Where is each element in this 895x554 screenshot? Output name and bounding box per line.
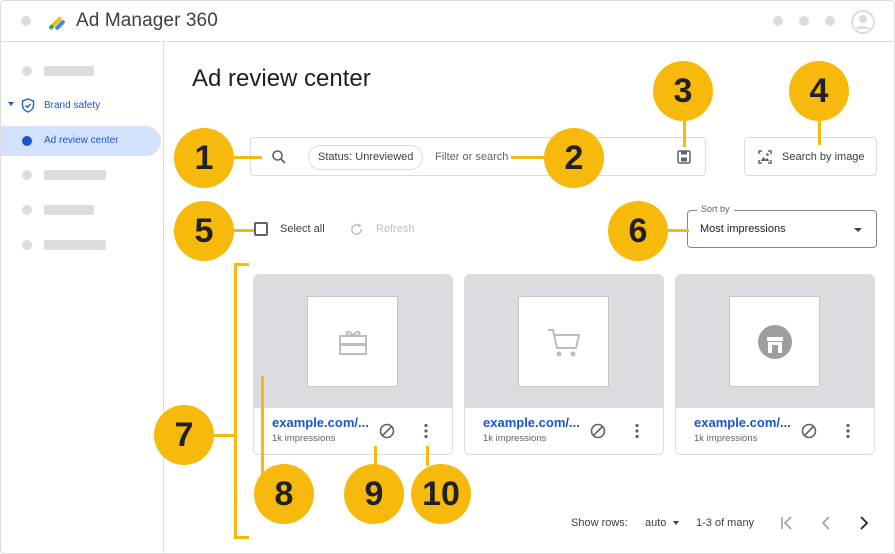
ad-card[interactable]: example.com/... 1k impressions [253,274,453,455]
search-icon [272,150,286,164]
callout-line [818,119,821,145]
ad-card[interactable]: example.com/... 1k impressions [464,274,664,455]
callout-line [683,119,686,147]
status-filter-chip[interactable]: Status: Unreviewed [308,145,424,170]
callout-1: 1 [174,128,234,188]
sidebar-item-label: Ad review center [44,135,119,146]
gift-card-icon [339,330,367,355]
search-by-image-button[interactable]: Search by image [744,137,877,176]
nav-label-placeholder [44,205,94,215]
app-title: Ad Manager 360 [76,10,218,31]
callout-bracket [234,536,249,539]
callout-line [234,156,262,159]
callout-6: 6 [608,201,668,261]
shopping-cart-icon [548,329,581,357]
ad-impressions: 1k impressions [694,433,758,444]
image-search-icon [758,150,772,164]
ad-destination-link[interactable]: example.com/... [272,415,369,430]
sidebar-item-brand-safety[interactable]: Brand safety [1,91,161,121]
nav-label-placeholder [44,170,106,180]
sort-by-select[interactable]: Sort by Most impressions [687,204,877,248]
nav-dot-icon [22,66,32,76]
app-window: Ad Manager 360 Brand safety Ad review ce… [0,0,895,554]
ad-manager-logo-icon [49,16,65,30]
callout-4: 4 [789,61,849,121]
callout-10: 10 [411,464,471,524]
search-input[interactable]: Filter or search [435,151,508,163]
rows-per-page-select[interactable]: auto [645,517,666,529]
callout-2: 2 [544,128,604,188]
caret-down-icon[interactable] [673,521,679,525]
ad-creative-thumbnail [518,296,609,387]
show-rows-label: Show rows: [571,517,628,529]
ad-creative-thumbnail [729,296,820,387]
first-page-icon[interactable] [779,514,795,532]
refresh-icon[interactable] [349,222,364,237]
header-action-dot[interactable] [799,16,809,26]
block-icon[interactable] [590,423,606,439]
block-icon[interactable] [801,423,817,439]
ad-destination-link[interactable]: example.com/... [694,415,791,430]
search-by-image-label: Search by image [782,151,865,163]
sort-by-value: Most impressions [700,223,786,235]
select-all-checkbox[interactable] [254,222,268,236]
callout-line [261,376,264,476]
callout-8: 8 [254,464,314,524]
sidebar-item-label: Brand safety [44,100,101,111]
more-vert-icon[interactable] [634,423,640,439]
ad-preview[interactable] [676,275,874,408]
window-control-dot[interactable] [21,16,31,26]
caret-down-icon [8,102,14,106]
ad-creative-thumbnail [307,296,398,387]
shield-check-icon [21,98,35,113]
top-bar: Ad Manager 360 [1,1,894,42]
header-action-dot[interactable] [825,16,835,26]
callout-3: 3 [653,61,713,121]
callout-5: 5 [174,201,234,261]
nav-label-placeholder [44,240,106,250]
ad-preview[interactable] [254,275,452,408]
ad-impressions: 1k impressions [483,433,547,444]
more-vert-icon[interactable] [845,423,851,439]
sidebar-item-placeholder[interactable] [1,56,161,86]
sidebar: Brand safety Ad review center [1,42,164,553]
ad-destination-link[interactable]: example.com/... [483,415,580,430]
storefront-icon [758,325,792,359]
search-filter-bar[interactable]: Status: Unreviewed Filter or search [250,137,706,176]
header-action-dot[interactable] [773,16,783,26]
sort-by-caption: Sort by [697,204,734,214]
ad-preview[interactable] [465,275,663,408]
more-vert-icon[interactable] [423,423,429,439]
select-all-label[interactable]: Select all [280,223,325,235]
previous-page-icon[interactable] [818,514,834,532]
nav-dot-icon [22,205,32,215]
callout-7: 7 [154,405,214,465]
refresh-button[interactable]: Refresh [376,223,415,235]
callout-line [213,434,235,437]
ad-card[interactable]: example.com/... 1k impressions [675,274,875,455]
sidebar-item-placeholder[interactable] [1,230,161,260]
callout-line [426,446,429,466]
pagination-range: 1-3 of many [696,517,755,529]
nav-dot-icon [22,170,32,180]
callout-bracket [234,263,249,266]
sidebar-item-placeholder[interactable] [1,195,161,225]
page-title: Ad review center [192,65,371,92]
nav-dot-icon [22,240,32,250]
caret-down-icon [854,228,862,232]
callout-9: 9 [344,464,404,524]
callout-line [374,446,377,466]
callout-bracket [234,263,237,539]
account-avatar-icon[interactable] [851,10,875,34]
callout-line [234,229,254,232]
block-icon[interactable] [379,423,395,439]
sidebar-item-ad-review-center[interactable]: Ad review center [1,126,161,156]
next-page-icon[interactable] [856,514,872,532]
nav-dot-icon [22,136,32,146]
nav-label-placeholder [44,66,94,76]
ad-impressions: 1k impressions [272,433,336,444]
sidebar-item-placeholder[interactable] [1,160,161,190]
save-search-icon[interactable] [676,149,692,165]
